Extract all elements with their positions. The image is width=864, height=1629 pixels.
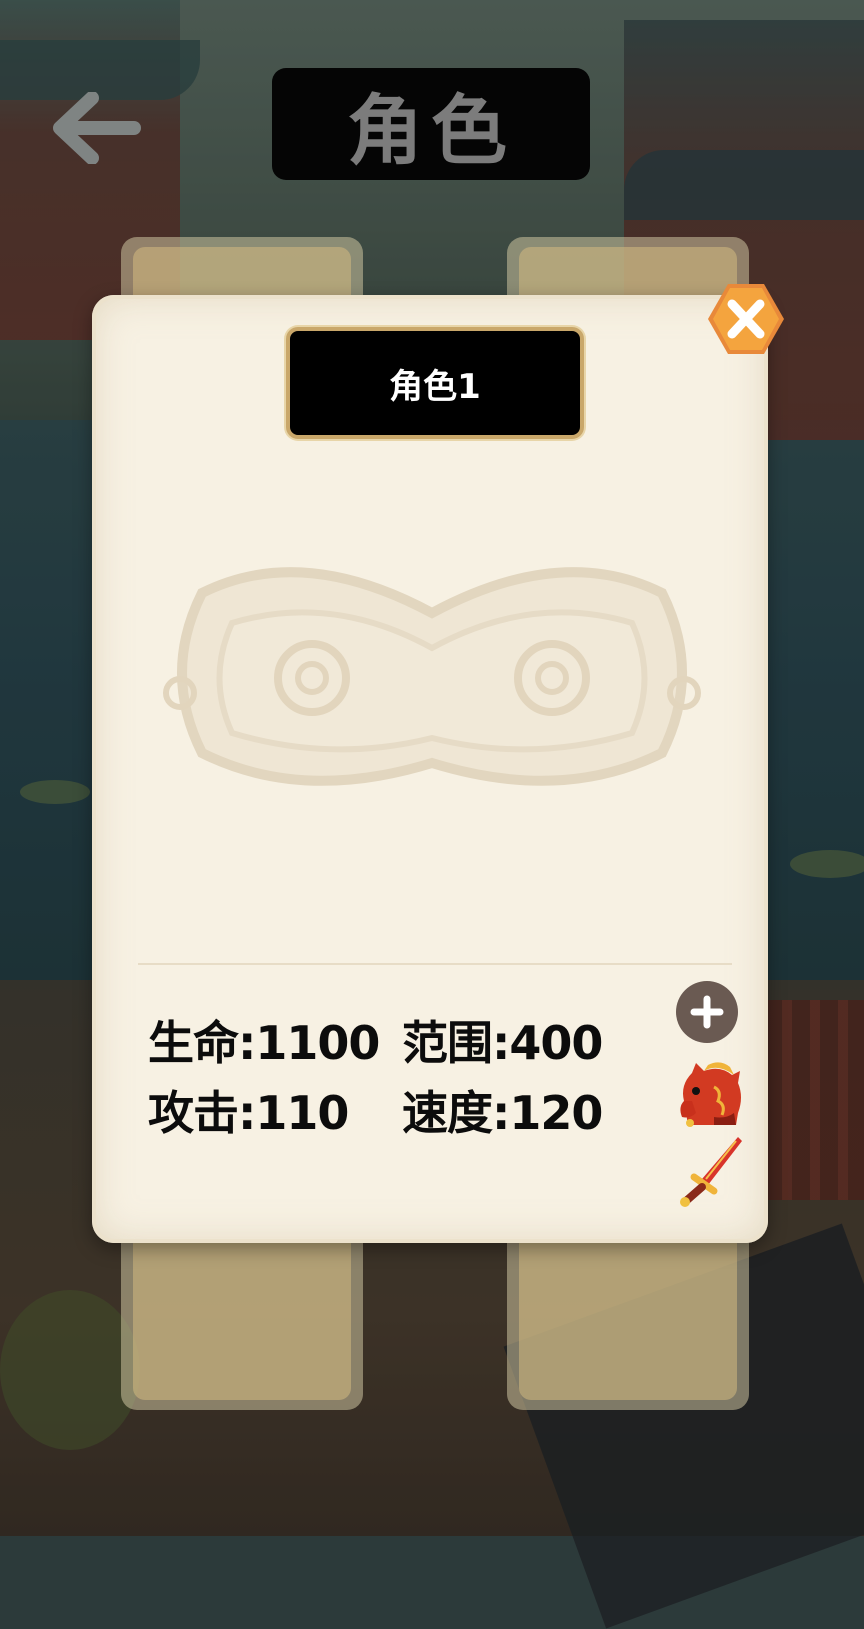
sword-icon [680,1137,742,1207]
close-button[interactable] [706,280,786,358]
page-title: 角色 [347,86,515,175]
scroll-watermark-icon [163,567,701,786]
character-detail-card: 角色1 生命:1100 范围:400 攻击:110 速度:120 [92,295,768,1243]
stat-hp: 生命:1100 [148,1016,380,1070]
back-button[interactable] [52,91,142,165]
back-arrow-icon [53,91,141,165]
character-name: 角色1 [389,366,481,407]
add-equipment-button[interactable] [676,981,738,1043]
mount-slot[interactable] [674,1057,744,1131]
close-icon [708,284,784,354]
card-divider [138,963,732,965]
weapon-slot[interactable] [678,1133,744,1207]
stat-speed: 速度:120 [402,1086,603,1140]
stat-range: 范围:400 [402,1016,603,1070]
plus-icon [690,995,724,1029]
stat-attack: 攻击:110 [148,1086,349,1140]
character-name-plate: 角色1 [286,327,584,439]
horse-icon [680,1062,741,1127]
page-title-box: 角色 [272,68,590,180]
